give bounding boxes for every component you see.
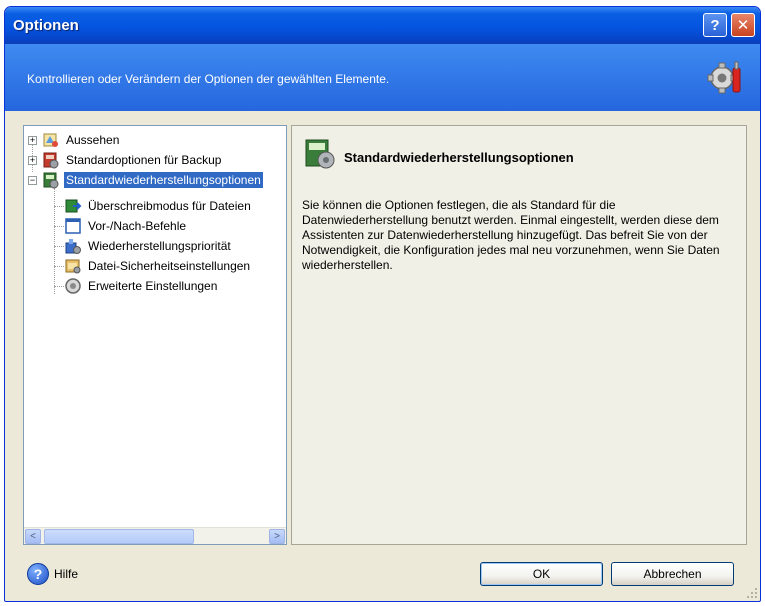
security-icon <box>65 259 81 274</box>
options-tree[interactable]: + Aussehen + Standardoptionen für Backup… <box>23 125 287 545</box>
gear-settings-icon <box>707 61 741 94</box>
banner-text: Kontrollieren oder Verändern der Optione… <box>27 72 390 86</box>
header-banner: Kontrollieren oder Verändern der Optione… <box>5 44 760 111</box>
priority-icon <box>65 239 81 254</box>
tree-item-erweiterte-einstellungen[interactable]: Erweiterte Einstellungen <box>64 276 219 296</box>
help-title-button[interactable]: ? <box>703 13 727 37</box>
overwrite-icon <box>65 199 82 213</box>
scroll-thumb[interactable] <box>44 529 194 544</box>
close-button[interactable]: ✕ <box>731 13 755 37</box>
scroll-right-button[interactable]: > <box>269 529 285 544</box>
help-button[interactable]: ? Hilfe <box>27 563 78 585</box>
tree-item-aussehen[interactable]: Aussehen <box>42 130 121 150</box>
question-mark-icon: ? <box>710 16 720 34</box>
title-bar[interactable]: Optionen ? ✕ <box>5 7 760 44</box>
options-dialog: Optionen ? ✕ Kontrollieren oder Veränder… <box>4 6 761 602</box>
recovery-icon <box>43 172 59 189</box>
expand-toggle-backup[interactable]: + <box>28 156 37 165</box>
panel-description: Sie können die Optionen festlegen, die a… <box>302 198 720 272</box>
chevron-left-icon: < <box>30 531 36 542</box>
tree-label: Wiederherstellungspriorität <box>88 239 231 253</box>
help-label: Hilfe <box>54 567 79 581</box>
tree-item-vor-nach-befehle[interactable]: Vor-/Nach-Befehle <box>64 216 188 236</box>
tree-label: Überschreibmodus für Dateien <box>88 199 251 213</box>
backup-icon <box>43 152 59 169</box>
tree-item-wiederherstellungsprioritaet[interactable]: Wiederherstellungspriorität <box>64 236 233 256</box>
tree-item-standardwiederherstellungsoptionen[interactable]: Standardwiederherstellungsoptionen <box>42 170 263 190</box>
tree-item-standardoptionen-backup[interactable]: Standardoptionen für Backup <box>42 150 223 170</box>
tree-label: Standardoptionen für Backup <box>66 153 222 167</box>
tree-label: Standardwiederherstellungsoptionen <box>64 172 263 188</box>
scroll-left-button[interactable]: < <box>25 529 41 544</box>
advanced-settings-icon <box>65 278 81 294</box>
help-icon: ? <box>27 563 49 585</box>
resize-grip-icon[interactable] <box>746 587 758 599</box>
commands-icon <box>65 218 81 234</box>
expand-toggle-aussehen[interactable]: + <box>28 136 37 145</box>
ok-button[interactable]: OK <box>480 562 603 586</box>
tree-label: Vor-/Nach-Befehle <box>88 219 187 233</box>
tree-label: Erweiterte Einstellungen <box>88 279 218 293</box>
recovery-options-icon <box>305 139 335 169</box>
description-panel: Standardwiederherstellungsoptionen Sie k… <box>291 125 747 545</box>
panel-title: Standardwiederherstellungsoptionen <box>344 150 574 165</box>
tree-horizontal-scrollbar[interactable]: < > <box>24 527 286 544</box>
appearance-icon <box>43 133 58 147</box>
window-title: Optionen <box>13 17 79 34</box>
tree-item-datei-sicherheitseinstellungen[interactable]: Datei-Sicherheitseinstellungen <box>64 256 252 276</box>
tree-label: Datei-Sicherheitseinstellungen <box>88 259 251 273</box>
cancel-button[interactable]: Abbrechen <box>611 562 734 586</box>
close-icon: ✕ <box>736 17 750 34</box>
chevron-right-icon: > <box>274 531 280 542</box>
tree-item-ueberschreibmodus[interactable]: Überschreibmodus für Dateien <box>64 196 253 216</box>
tree-label: Aussehen <box>66 133 120 147</box>
collapse-toggle-wiederherstellung[interactable]: − <box>28 176 37 185</box>
